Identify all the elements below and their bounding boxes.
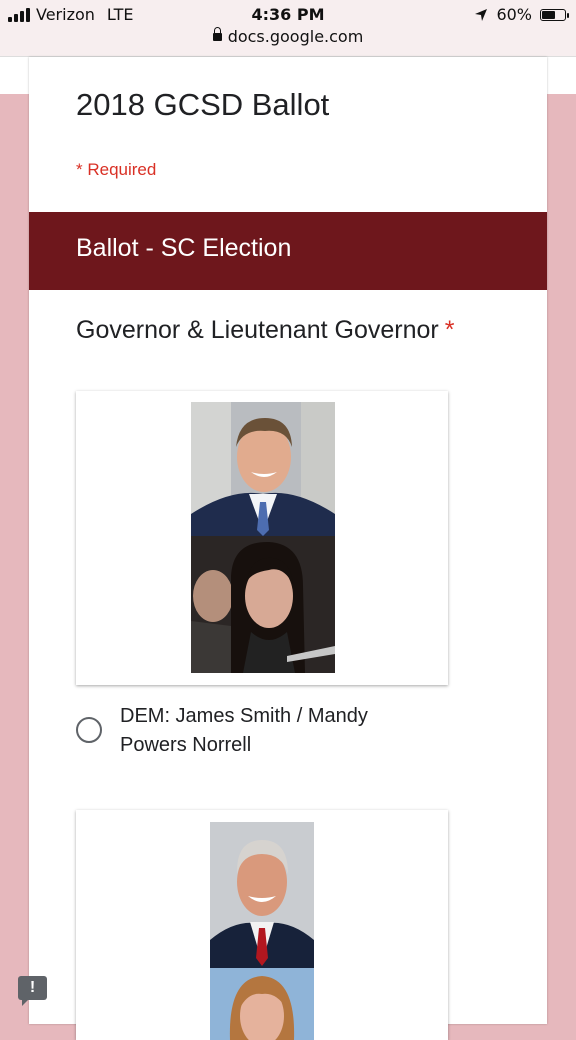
battery-icon [540,8,569,21]
section-header: Ballot - SC Election [29,212,547,290]
lock-icon [212,27,222,41]
option-label-dem[interactable]: DEM: James Smith / Mandy Powers Norrell [120,702,440,760]
required-note: * Required [76,160,157,179]
location-arrow-icon [475,8,488,21]
candidate-photo-governor [191,402,335,536]
candidate-photo-governor-2 [210,822,314,968]
candidate-photo-lieutenant-governor [191,536,335,673]
form-card: 2018 GCSD Ballot * Required Ballot - SC … [29,57,547,1040]
required-asterisk: * [444,316,455,344]
url-text: docs.google.com [227,27,364,46]
report-problem-icon[interactable]: ! [18,976,47,1006]
section-title: Ballot - SC Election [76,234,292,262]
candidate-image-card [76,810,448,1040]
ios-status-bar: Verizon LTE 4:36 PM docs.google.com 60% [0,0,576,57]
battery-percent: 60% [496,5,532,24]
candidate-image-card [76,391,448,685]
question-title: Governor & Lieutenant Governor * [76,316,454,345]
question-text: Governor & Lieutenant Governor [76,316,439,344]
status-right: 60% [474,5,569,24]
battery-level [542,10,556,19]
option-radio-dem[interactable] [76,717,102,743]
address-bar[interactable]: docs.google.com [0,27,576,46]
form-title: 2018 GCSD Ballot [76,87,330,122]
candidate-photo-lieutenant-governor-2 [210,968,314,1040]
